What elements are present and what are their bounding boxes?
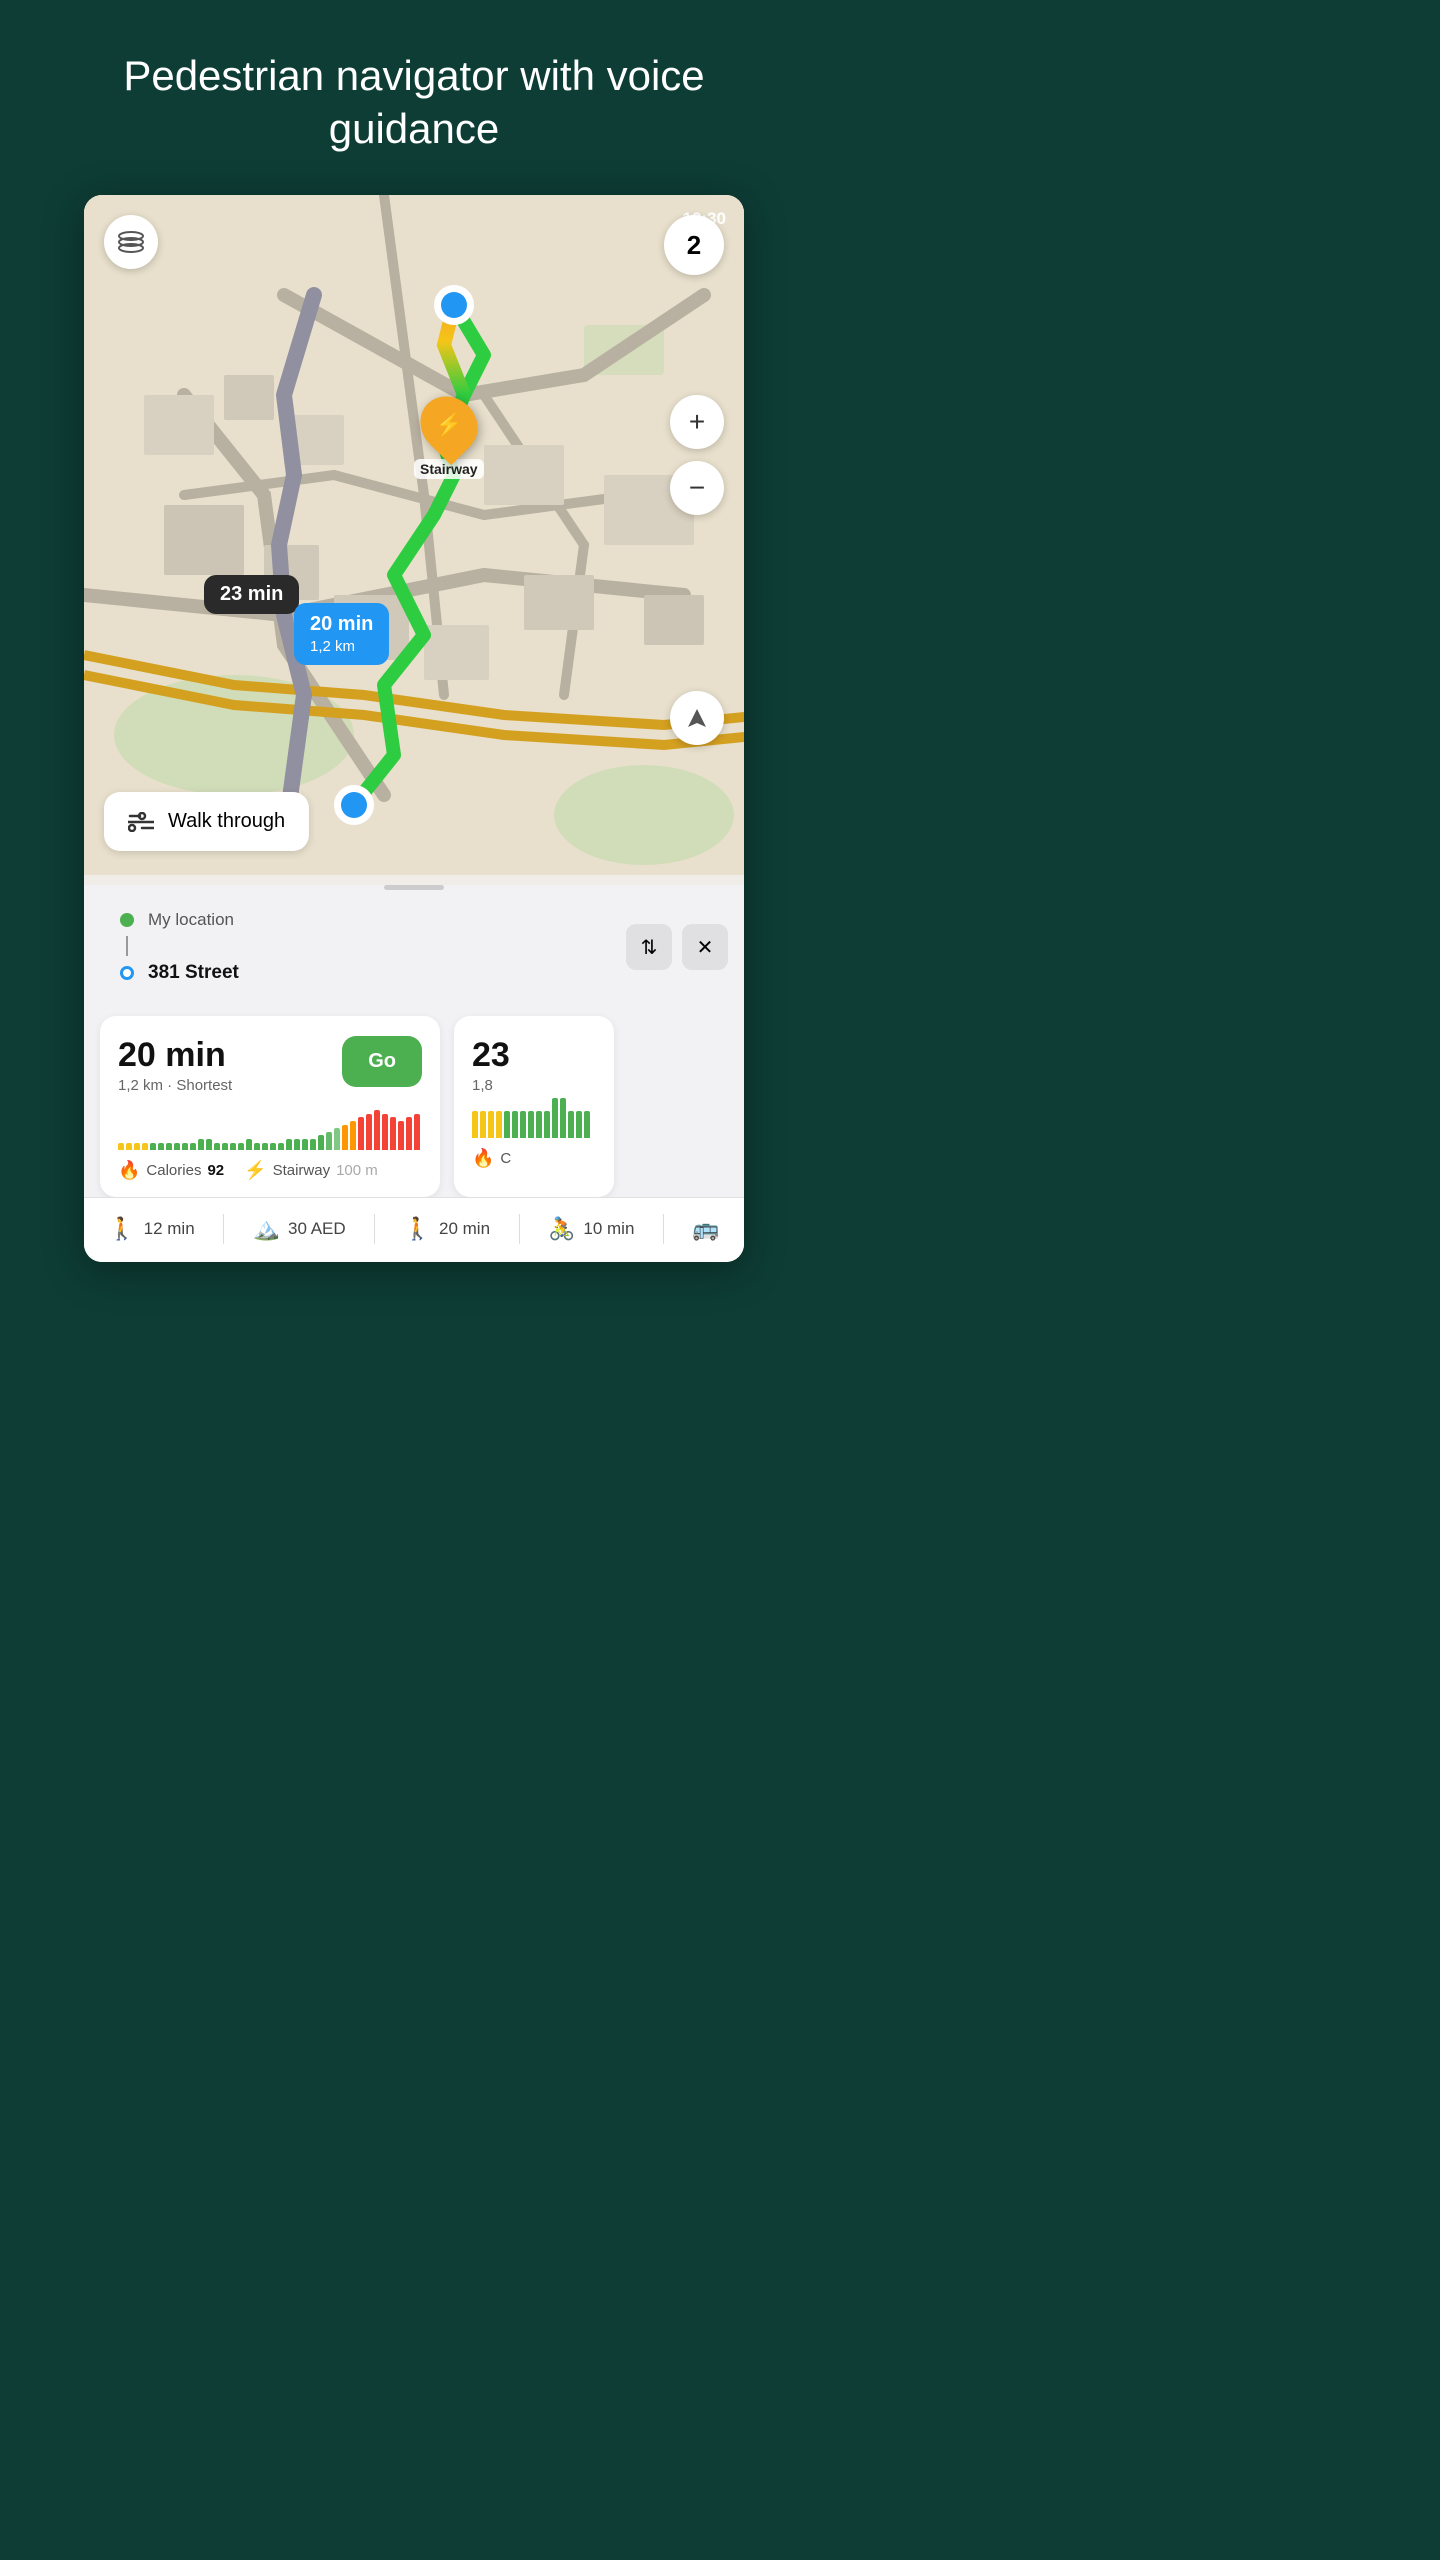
tab-bike-label: 10 min — [583, 1219, 634, 1239]
route-2-calories-icon: 🔥 — [472, 1148, 494, 1169]
from-label: My location — [148, 910, 234, 930]
calories-meta: 🔥 Calories 92 — [118, 1160, 224, 1181]
from-dot — [120, 913, 134, 927]
calories-label: Calories — [146, 1162, 201, 1179]
tab-bike[interactable]: 🚴 10 min — [548, 1216, 634, 1242]
zoom-in-button[interactable]: + — [670, 395, 724, 449]
phone-card: 12:30 2 + − 23 min 20 min 1,2 km — [84, 195, 744, 1262]
to-location-row: 381 Street — [100, 956, 626, 990]
map-routes-svg — [84, 195, 744, 875]
layers-button[interactable] — [104, 215, 158, 269]
tab-separator-2 — [374, 1214, 375, 1244]
route-2-time: 23 — [472, 1036, 596, 1075]
close-route-button[interactable]: ✕ — [682, 924, 728, 970]
tab-separator-1 — [223, 1214, 224, 1244]
bus-icon: 🚌 — [692, 1216, 719, 1242]
stairway-meta-label: Stairway — [273, 1162, 331, 1179]
route-2-detail: 1,8 — [472, 1077, 596, 1094]
walk-icon-1: 🚶 — [108, 1216, 135, 1242]
stairway-pin: ⚡ — [408, 385, 489, 466]
tab-mountain-label: 30 AED — [288, 1219, 346, 1239]
route-card-1: 20 min 1,2 km · Shortest Go 🔥 Calories 9… — [100, 1016, 440, 1197]
walk-through-label: Walk through — [168, 810, 285, 833]
tab-separator-4 — [663, 1214, 664, 1244]
walk-icon-2: 🚶 — [404, 1216, 431, 1242]
route-card-2: 23 1,8 🔥 C — [454, 1016, 614, 1197]
location-actions: ⇅ ✕ — [626, 904, 728, 990]
route-1-meta: 🔥 Calories 92 ⚡ Stairway 100 m — [118, 1160, 422, 1181]
route-2-meta: 🔥 C — [472, 1148, 596, 1169]
blue-bubble-dist: 1,2 km — [310, 637, 373, 657]
route-2-calories-char: C — [500, 1150, 511, 1167]
elevation-bar-chart-2 — [472, 1094, 596, 1138]
blue-bubble-time: 20 min — [310, 611, 373, 637]
swap-locations-button[interactable]: ⇅ — [626, 924, 672, 970]
stairway-meta-value: 100 m — [336, 1162, 378, 1179]
stairway-meta-icon: ⚡ — [244, 1160, 266, 1181]
map-area: 12:30 2 + − 23 min 20 min 1,2 km — [84, 195, 744, 875]
stairway-meta: ⚡ Stairway 100 m — [244, 1160, 378, 1181]
calories-value: 92 — [207, 1162, 224, 1179]
navigate-button[interactable] — [670, 691, 724, 745]
tab-walk-2[interactable]: 🚶 20 min — [404, 1216, 490, 1242]
stairway-marker: ⚡ Stairway — [414, 395, 484, 479]
elevation-bar-chart — [118, 1106, 422, 1150]
to-label: 381 Street — [148, 962, 239, 984]
tab-separator-3 — [519, 1214, 520, 1244]
mountain-icon: 🏔️ — [253, 1216, 280, 1242]
blue-time-bubble: 20 min 1,2 km — [294, 603, 389, 665]
route-panel: My location 381 Street ⇅ ✕ 20 min 1,2 km… — [84, 885, 744, 1262]
tab-mountain[interactable]: 🏔️ 30 AED — [253, 1216, 346, 1242]
zoom-out-button[interactable]: − — [670, 461, 724, 515]
location-connector — [126, 936, 128, 956]
drag-handle[interactable] — [384, 885, 444, 890]
bike-icon: 🚴 — [548, 1216, 575, 1242]
tab-walk-1-label: 12 min — [144, 1219, 195, 1239]
tab-bus[interactable]: 🚌 — [692, 1216, 719, 1242]
walk-through-button[interactable]: Walk through — [104, 792, 309, 851]
dark-time-bubble: 23 min — [204, 575, 299, 614]
tab-walk-2-label: 20 min — [439, 1219, 490, 1239]
to-dot — [120, 966, 134, 980]
route-cards-container: 20 min 1,2 km · Shortest Go 🔥 Calories 9… — [84, 1000, 744, 1197]
go-button[interactable]: Go — [342, 1036, 422, 1087]
from-location-row: My location — [100, 904, 626, 936]
hero-title: Pedestrian navigator with voice guidance — [0, 0, 828, 195]
route-number-badge[interactable]: 2 — [664, 215, 724, 275]
tab-walk-1[interactable]: 🚶 12 min — [108, 1216, 194, 1242]
bottom-tabs: 🚶 12 min 🏔️ 30 AED 🚶 20 min 🚴 10 min 🚌 — [84, 1197, 744, 1262]
calories-icon: 🔥 — [118, 1160, 140, 1181]
stairway-pin-icon: ⚡ — [435, 412, 462, 438]
